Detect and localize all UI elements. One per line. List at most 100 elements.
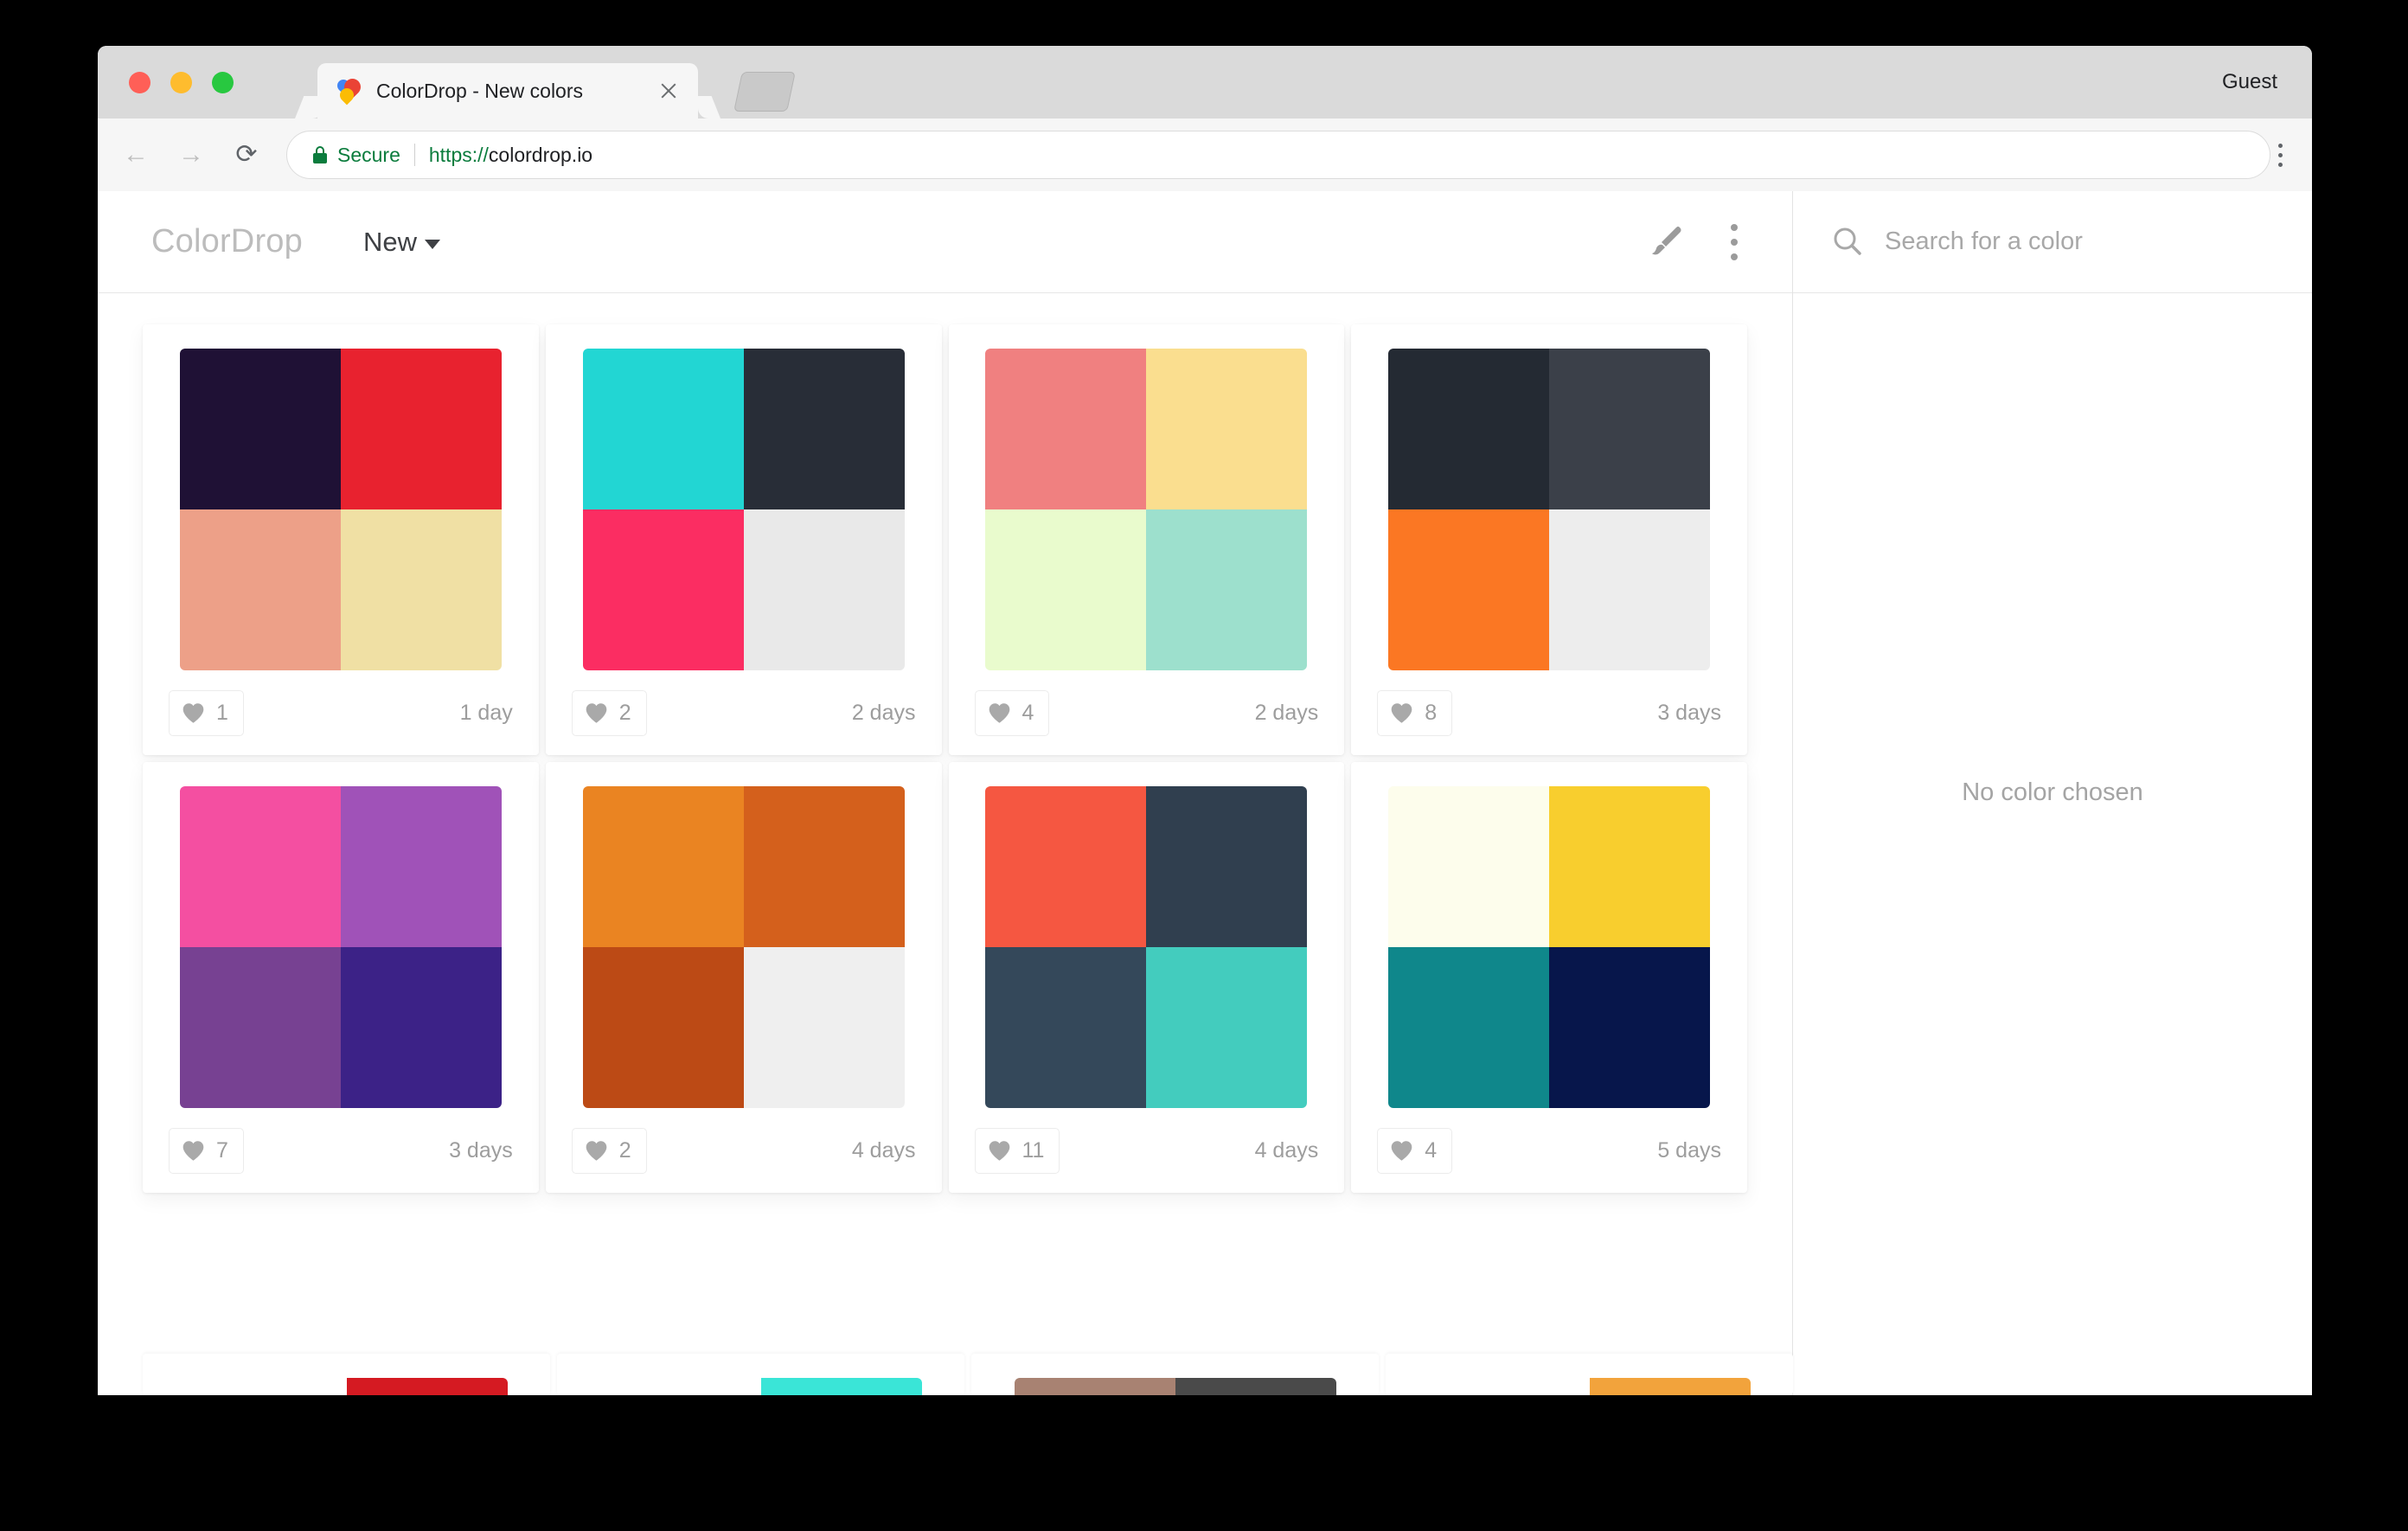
color-swatch[interactable] <box>744 349 905 509</box>
color-swatch[interactable] <box>180 786 341 947</box>
color-swatch[interactable] <box>180 349 341 509</box>
colordrop-app: ColorDrop New <box>98 191 2312 1395</box>
color-swatch[interactable] <box>341 947 502 1108</box>
like-button[interactable]: 7 <box>169 1128 244 1174</box>
color-swatch[interactable] <box>341 349 502 509</box>
color-swatch[interactable] <box>583 947 744 1108</box>
color-swatch[interactable] <box>985 786 1146 947</box>
color-swatch[interactable] <box>985 509 1146 670</box>
color-sidebar: No color chosen <box>1793 191 2312 1395</box>
palette-swatches <box>180 349 502 670</box>
color-swatch[interactable] <box>583 786 744 947</box>
forward-glyph: → <box>178 142 204 168</box>
palette-card[interactable]: 1 1 day <box>143 324 539 755</box>
color-swatch[interactable] <box>1388 349 1549 509</box>
palette-age: 4 days <box>852 1138 916 1163</box>
like-count: 4 <box>1022 701 1034 726</box>
color-swatch[interactable] <box>744 947 905 1108</box>
security-label: Secure <box>337 144 400 167</box>
palette-swatches <box>985 349 1307 670</box>
palette-swatches <box>985 786 1307 1108</box>
color-swatch[interactable] <box>1388 786 1549 947</box>
color-swatch[interactable] <box>1146 947 1307 1108</box>
color-swatch[interactable] <box>341 786 502 947</box>
color-swatch[interactable] <box>583 349 744 509</box>
palette-card-footer: 1 1 day <box>162 670 520 755</box>
color-swatch[interactable] <box>1549 509 1710 670</box>
url-scheme: https:// <box>429 144 489 167</box>
palette-card[interactable]: 2 4 days <box>546 762 942 1193</box>
color-swatch[interactable] <box>1146 349 1307 509</box>
maximize-window-button[interactable] <box>212 72 234 93</box>
color-swatch[interactable] <box>180 509 341 670</box>
palette-swatches <box>1388 349 1710 670</box>
like-button[interactable]: 11 <box>975 1128 1060 1174</box>
color-swatch[interactable] <box>1146 786 1307 947</box>
color-swatch[interactable] <box>1146 509 1307 670</box>
brand-logo[interactable]: ColorDrop <box>151 223 303 260</box>
color-swatch[interactable] <box>1549 349 1710 509</box>
heart-icon <box>585 1140 608 1162</box>
search-icon[interactable] <box>1829 224 1866 260</box>
heart-icon <box>988 702 1011 724</box>
chevron-down-icon <box>425 240 440 249</box>
palette-card[interactable]: 73 days <box>143 762 539 1193</box>
color-swatch[interactable] <box>341 509 502 670</box>
like-button[interactable]: 2 <box>572 690 647 736</box>
like-button[interactable]: 1 <box>169 690 244 736</box>
new-tab-placeholder[interactable] <box>733 72 796 112</box>
color-swatch[interactable] <box>1388 947 1549 1108</box>
like-button[interactable]: 4 <box>975 690 1050 736</box>
color-swatch[interactable] <box>744 786 905 947</box>
like-button[interactable]: 4 <box>1377 1128 1452 1174</box>
palette-grid-scroll[interactable]: 1 1 day 22 days42 days 83 days 73 days 2 4 day… <box>98 293 1792 1395</box>
palette-age: 1 day <box>460 701 513 726</box>
palette-card-footer: 45 days <box>1370 1108 1728 1193</box>
color-swatch[interactable] <box>1549 786 1710 947</box>
like-button[interactable]: 2 <box>572 1128 647 1174</box>
url-host: colordrop.io <box>489 144 592 167</box>
color-swatch[interactable] <box>744 509 905 670</box>
window-controls <box>129 72 234 93</box>
app-main-column: ColorDrop New <box>98 191 1793 1395</box>
address-bar[interactable]: Secure https:// colordrop.io <box>286 131 2270 179</box>
palette-card[interactable]: 42 days <box>949 324 1345 755</box>
search-input[interactable] <box>1885 227 2265 256</box>
palette-card[interactable]: 114 days <box>949 762 1345 1193</box>
palette-card[interactable]: 83 days <box>1351 324 1747 755</box>
profile-label[interactable]: Guest <box>2222 70 2277 94</box>
more-vertical-icon[interactable] <box>1721 220 1747 265</box>
paint-brush-icon[interactable] <box>1647 222 1687 262</box>
back-glyph: ← <box>123 142 149 168</box>
color-swatch[interactable] <box>985 349 1146 509</box>
like-button[interactable]: 8 <box>1377 690 1452 736</box>
close-tab-icon[interactable] <box>658 80 679 101</box>
color-swatch[interactable] <box>1388 509 1549 670</box>
palette-card[interactable]: 22 days <box>546 324 942 755</box>
colordrop-favicon-icon <box>336 78 362 104</box>
palette-card-footer: 83 days <box>1370 670 1728 755</box>
minimize-window-button[interactable] <box>170 72 192 93</box>
forward-icon[interactable]: → <box>174 138 208 172</box>
browser-menu-icon[interactable] <box>2267 136 2293 174</box>
color-swatch[interactable] <box>1549 947 1710 1108</box>
sidebar-empty-state: No color chosen <box>1793 293 2312 1395</box>
palette-swatches <box>583 349 905 670</box>
header-actions <box>1647 220 1792 265</box>
reload-icon[interactable]: ⟳ <box>229 138 264 172</box>
close-window-button[interactable] <box>129 72 150 93</box>
like-count: 2 <box>619 701 631 726</box>
color-swatch[interactable] <box>583 509 744 670</box>
tab-title: ColorDrop - New colors <box>376 80 583 103</box>
heart-icon <box>1390 1140 1413 1162</box>
back-icon[interactable]: ← <box>118 138 153 172</box>
color-swatch[interactable] <box>985 947 1146 1108</box>
browser-tab-active[interactable]: ColorDrop - New colors <box>317 63 698 119</box>
omnibox-bar: ← → ⟳ Secure https:// colordrop.io <box>98 119 2312 191</box>
empty-state-text: No color chosen <box>1962 778 2143 807</box>
color-swatch[interactable] <box>180 947 341 1108</box>
palette-card[interactable]: 45 days <box>1351 762 1747 1193</box>
nav-new-dropdown[interactable]: New <box>363 227 440 258</box>
lock-icon <box>313 146 327 163</box>
like-count: 8 <box>1425 701 1437 726</box>
